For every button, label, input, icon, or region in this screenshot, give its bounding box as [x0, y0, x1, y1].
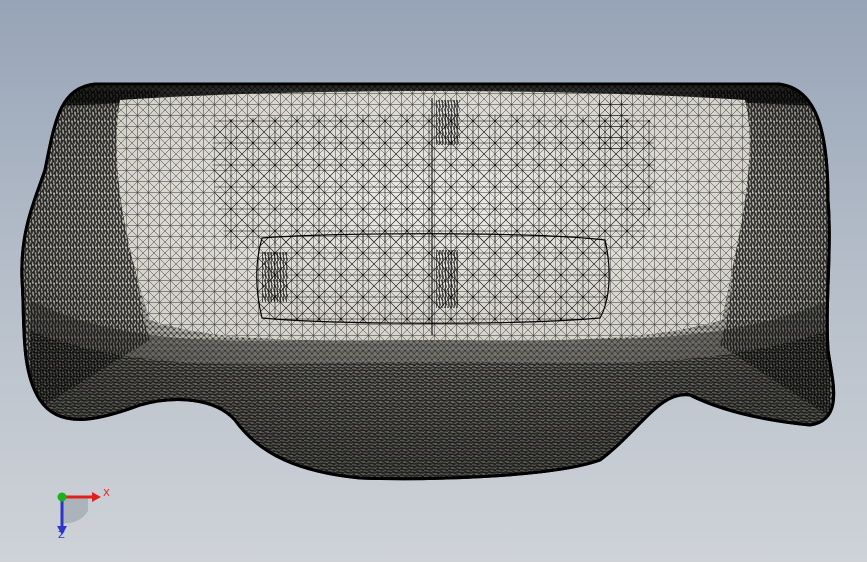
z-axis-label: Z: [58, 530, 65, 541]
y-axis-arrow: [57, 492, 67, 502]
mesh-center-flat: [212, 114, 656, 250]
graphics-viewport[interactable]: X Z: [0, 0, 867, 562]
mesh-lower-recess: [256, 233, 610, 324]
coordinate-triad: [57, 492, 101, 535]
x-axis-label: X: [103, 488, 110, 499]
mesh-model[interactable]: [0, 0, 867, 562]
